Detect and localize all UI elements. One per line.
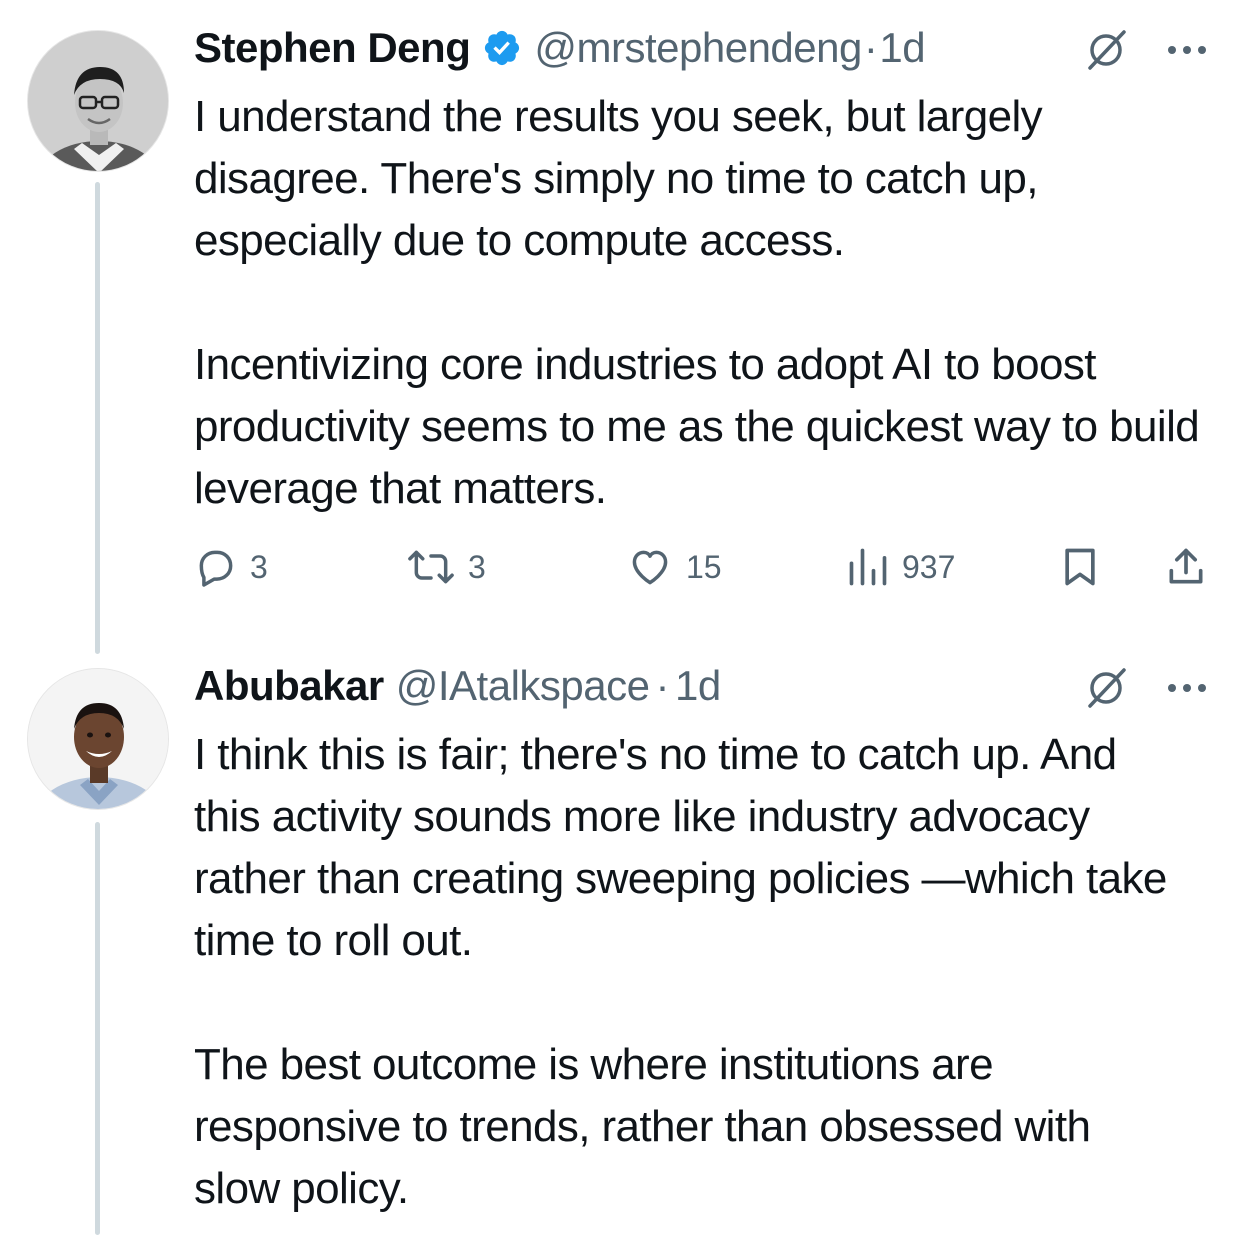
reply-count: 3 — [250, 548, 268, 585]
thread-line — [95, 822, 100, 1235]
separator-dot: · — [863, 24, 878, 71]
share-icon — [1169, 548, 1203, 584]
tweet-paragraph: Incentivizing core industries to adopt A… — [194, 340, 1200, 513]
reply-icon — [199, 550, 233, 587]
views-button[interactable]: 937 — [846, 542, 955, 592]
tweet-paragraph: I think this is fair; there's no time to… — [194, 730, 1167, 965]
bookmark-icon — [1065, 548, 1095, 586]
author-handle[interactable]: @mrstephendeng — [534, 24, 862, 72]
tweet[interactable]: Abubakar @IAtalkspace · 1d I think this is… — [194, 662, 1212, 1224]
timestamp[interactable]: 1d — [879, 24, 925, 72]
more-icon[interactable] — [1164, 664, 1210, 708]
repost-icon — [408, 550, 454, 584]
tweet-text: I understand the results you seek, but l… — [194, 86, 1212, 520]
author-name[interactable]: Abubakar — [194, 662, 384, 710]
reply-button[interactable]: 3 — [194, 542, 268, 592]
view-count: 937 — [902, 548, 956, 585]
repost-button[interactable]: 3 — [406, 542, 486, 592]
like-count: 15 — [686, 548, 722, 585]
avatar[interactable] — [27, 668, 169, 810]
thread-line — [95, 182, 100, 654]
tweet-actions: 3 3 15 937 — [194, 542, 1212, 592]
tweet-paragraph: The best outcome is where institutions a… — [194, 1040, 1091, 1213]
separator-dot: · — [655, 662, 669, 709]
author-name[interactable]: Stephen Deng — [194, 24, 471, 72]
more-icon[interactable] — [1164, 26, 1210, 70]
author-handle[interactable]: @IAtalkspace — [396, 662, 650, 710]
tweet[interactable]: Stephen Deng @mrstephendeng · 1d I underst… — [194, 24, 1212, 626]
tweet-header: Stephen Deng @mrstephendeng · 1d — [194, 24, 1212, 72]
views-icon — [849, 548, 887, 586]
grok-icon[interactable] — [1084, 28, 1128, 72]
tweet-paragraph: I understand the results you seek, but l… — [194, 92, 1043, 265]
avatar[interactable] — [27, 30, 169, 172]
repost-count: 3 — [468, 548, 486, 585]
bookmark-button[interactable] — [1058, 542, 1102, 592]
timestamp[interactable]: 1d — [675, 662, 721, 710]
like-button[interactable]: 15 — [626, 542, 722, 592]
tweet-text: I think this is fair; there's no time to… — [194, 724, 1174, 1220]
grok-icon[interactable] — [1084, 666, 1128, 710]
tweet-header: Abubakar @IAtalkspace · 1d — [194, 662, 1212, 710]
share-button[interactable] — [1164, 542, 1208, 592]
heart-icon — [632, 550, 668, 585]
verified-badge-icon — [485, 30, 520, 66]
